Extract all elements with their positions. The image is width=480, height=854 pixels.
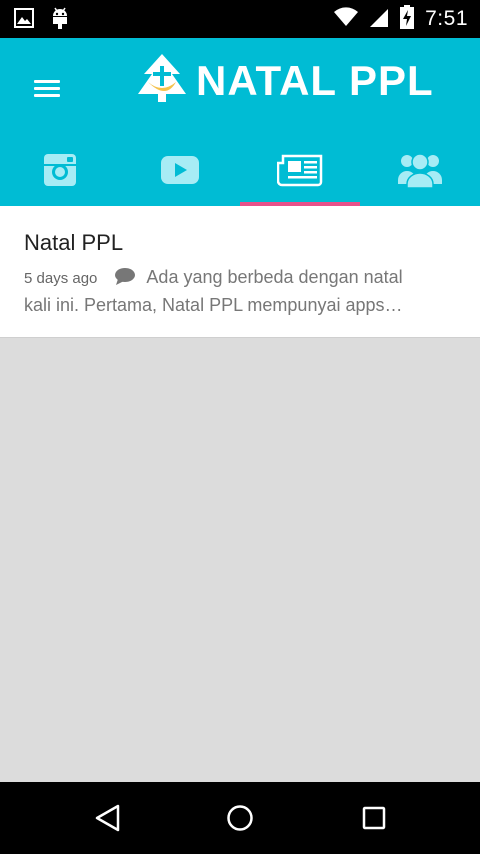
recents-icon[interactable] xyxy=(352,800,396,836)
home-icon[interactable] xyxy=(218,800,262,836)
youtube-icon xyxy=(160,155,200,189)
post-card[interactable]: Natal PPL 5 days ago Ada yang berbeda de… xyxy=(0,206,480,338)
post-time: 5 days ago xyxy=(24,270,98,287)
instagram-icon xyxy=(43,153,77,191)
image-icon xyxy=(14,8,34,32)
app-bar: NATAL PPL xyxy=(0,38,480,206)
battery-charging-icon xyxy=(399,4,415,34)
post-excerpt-line2: kali ini. Pertama, Natal PPL mempunyai a… xyxy=(24,295,403,315)
status-left xyxy=(14,6,70,34)
signal-icon xyxy=(369,6,389,32)
status-bar: 7:51 xyxy=(0,0,480,38)
status-right: 7:51 xyxy=(333,4,468,34)
comment-icon xyxy=(114,265,136,293)
content-area: Natal PPL 5 days ago Ada yang berbeda de… xyxy=(0,206,480,781)
tab-bar xyxy=(0,138,480,206)
nav-bar xyxy=(0,782,480,854)
tab-news[interactable] xyxy=(240,138,360,206)
post-excerpt-line1: Ada yang berbeda dengan natal xyxy=(146,267,403,287)
back-icon[interactable] xyxy=(86,800,130,836)
tab-community[interactable] xyxy=(360,138,480,206)
menu-icon[interactable] xyxy=(34,76,62,100)
newspaper-icon xyxy=(276,153,323,191)
app-logo: NATAL PPL xyxy=(136,54,434,108)
tree-logo-icon xyxy=(136,52,188,110)
tab-instagram[interactable] xyxy=(0,138,120,206)
tab-youtube[interactable] xyxy=(120,138,240,206)
wifi-icon xyxy=(333,6,359,32)
people-icon xyxy=(398,150,442,194)
post-title: Natal PPL xyxy=(24,230,124,255)
status-time: 7:51 xyxy=(425,7,468,30)
post-meta: 5 days ago Ada yang berbeda dengan natal xyxy=(24,263,464,293)
logo-text: NATAL PPL xyxy=(196,57,434,104)
android-icon xyxy=(50,6,70,34)
